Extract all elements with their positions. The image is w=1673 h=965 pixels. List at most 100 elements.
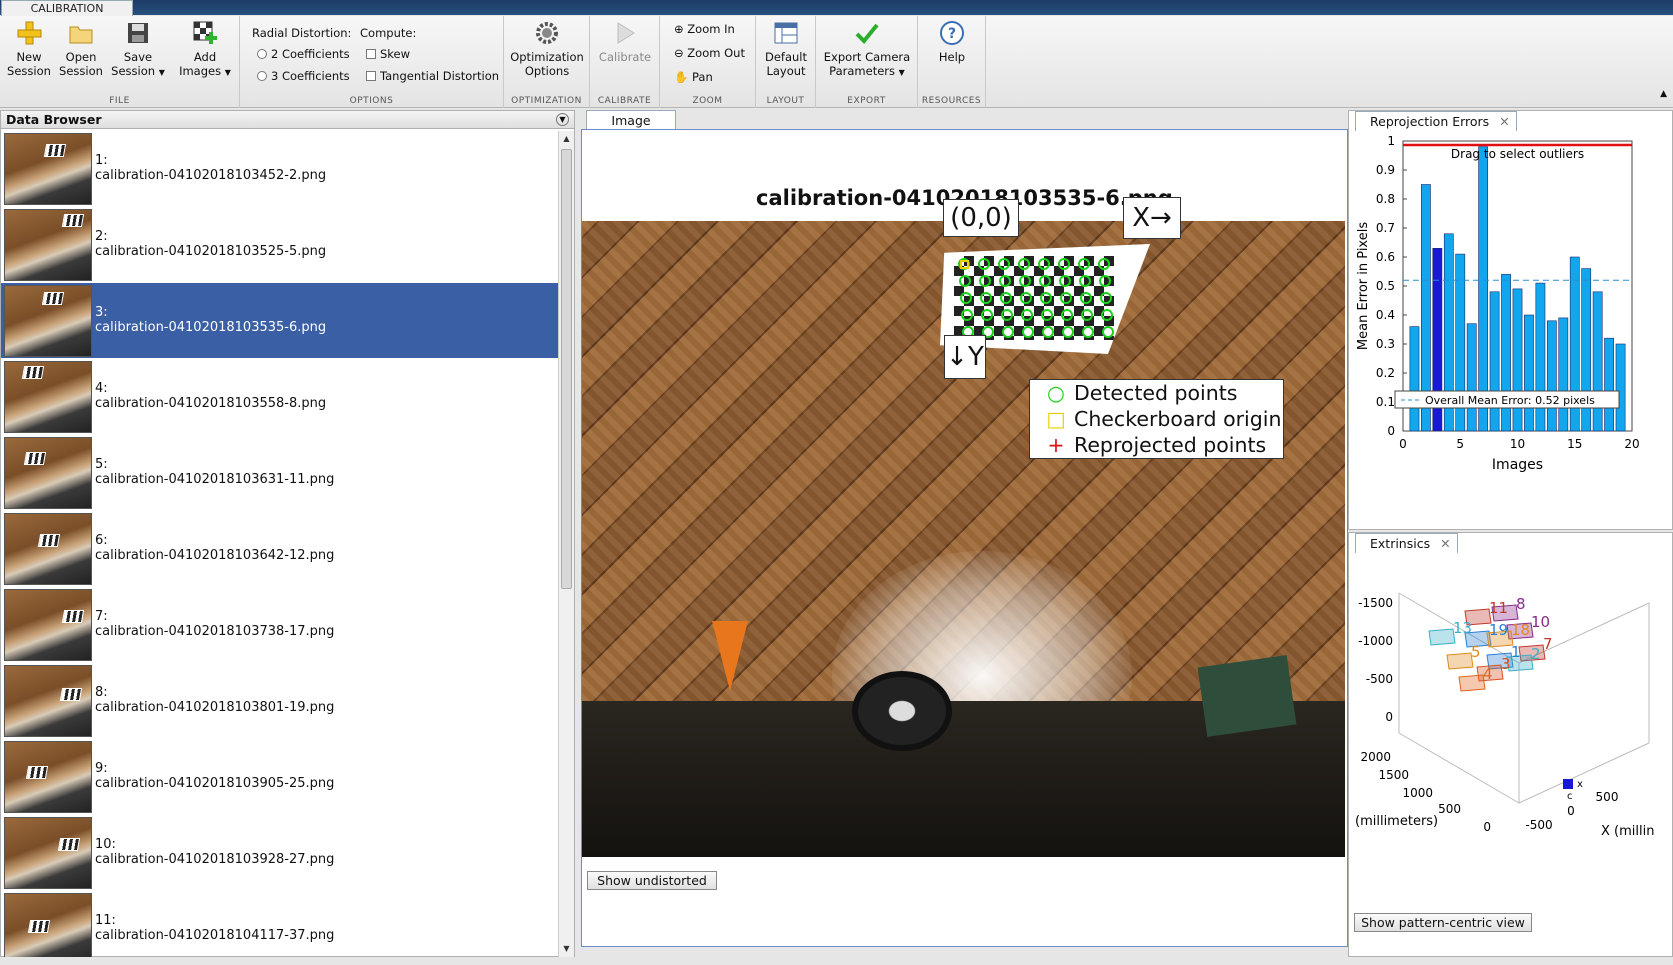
add-images-button[interactable]: Add Images ▼ xyxy=(172,20,238,80)
data-browser: Data Browser ▼ 1: calibration-04102018103… xyxy=(0,110,575,957)
image-panel: Image calibration-04102018103535-6.png (… xyxy=(581,110,1348,947)
list-item[interactable]: 2: calibration-04102018103525-5.png xyxy=(1,207,558,283)
tab-calibration[interactable]: CALIBRATION xyxy=(1,0,133,17)
scroll-up-icon[interactable]: ▲ xyxy=(559,131,574,147)
help-icon: ? xyxy=(940,21,964,45)
z-tick-label: -1000 xyxy=(1358,634,1393,648)
radial-2-label: 2 Coefficients xyxy=(271,47,350,61)
tab-reprojection-errors[interactable]: Reprojection Errors ✕ xyxy=(1355,111,1517,131)
list-item-filename: calibration-04102018103535-6.png xyxy=(95,320,327,335)
list-item-text: 8: calibration-04102018103801-19.png xyxy=(95,685,334,715)
show-pattern-centric-view-button[interactable]: Show pattern-centric view xyxy=(1354,913,1532,932)
list-item-text: 4: calibration-04102018103558-8.png xyxy=(95,381,326,411)
vertical-scrollbar[interactable]: ▲ ▼ xyxy=(558,131,574,957)
pan-button[interactable]: ✋ Pan xyxy=(674,70,713,84)
export-group: Export Camera Parameters ▼ EXPORT xyxy=(816,16,918,108)
circle-marker-icon: ○ xyxy=(1047,381,1065,405)
error-bar xyxy=(1558,317,1569,432)
image-thumbnail xyxy=(4,741,92,813)
image-thumbnail xyxy=(4,513,92,585)
tangential-checkbox[interactable]: Tangential Distortion xyxy=(366,69,499,83)
board-number-label: 4 xyxy=(1483,665,1493,683)
zoom-in-button[interactable]: ⊕ Zoom In xyxy=(674,22,735,36)
detected-point xyxy=(1039,275,1051,287)
calibration-image[interactable] xyxy=(582,221,1345,857)
error-bar xyxy=(1615,343,1626,432)
calibrate-button[interactable]: Calibrate xyxy=(594,20,656,64)
radial-3-radio[interactable]: 3 Coefficients xyxy=(257,69,350,83)
list-item-index: 5: xyxy=(95,457,108,472)
list-item-text: 5: calibration-04102018103631-11.png xyxy=(95,457,334,487)
x-axis-label: X→ xyxy=(1123,197,1181,239)
collapse-ribbon-icon[interactable]: ▲ xyxy=(1660,89,1667,99)
camera-x-label: x xyxy=(1577,779,1583,790)
scrollbar-thumb[interactable] xyxy=(561,149,572,589)
extrinsics-panel: Extrinsics ✕ -1500 -1000 -500 0 2000 1500 1000 5… xyxy=(1348,532,1673,957)
export-camera-parameters-button[interactable]: Export Camera Parameters ▼ xyxy=(818,20,916,80)
legend: ○ Detected points □ Checkerboard origin + R… xyxy=(1029,379,1284,459)
default-layout-button[interactable]: Default Layout xyxy=(760,20,812,78)
skew-checkbox[interactable]: Skew xyxy=(366,47,410,61)
panel-menu-icon[interactable]: ▼ xyxy=(556,113,569,126)
list-item[interactable]: 4: calibration-04102018103558-8.png xyxy=(1,359,558,435)
optimization-options-button[interactable]: Optimization Options xyxy=(506,20,588,78)
board-number-label: 7 xyxy=(1543,635,1553,653)
list-item-filename: calibration-04102018103801-19.png xyxy=(95,700,335,715)
plus-marker-icon: + xyxy=(1047,433,1065,457)
new-session-button[interactable]: New Session xyxy=(4,20,54,78)
detected-point xyxy=(960,292,972,304)
origin-marker xyxy=(960,260,969,269)
close-icon[interactable]: ✕ xyxy=(1499,114,1509,129)
list-item[interactable]: 3: calibration-04102018103535-6.png xyxy=(1,283,558,359)
board-number-label: 8 xyxy=(1516,595,1526,613)
detected-point xyxy=(1098,258,1110,270)
help-button[interactable]: ? Help xyxy=(924,20,980,64)
list-item-text: 6: calibration-04102018103642-12.png xyxy=(95,533,334,563)
show-undistorted-button[interactable]: Show undistorted xyxy=(587,871,717,890)
list-item-text: 7: calibration-04102018103738-17.png xyxy=(95,609,334,639)
green-bin xyxy=(1197,655,1297,737)
board-number-label: 11 xyxy=(1489,599,1508,617)
floppy-disk-icon xyxy=(128,23,148,43)
y-tick-label: 1500 xyxy=(1378,768,1409,782)
legend-origin: □ Checkerboard origin xyxy=(1030,406,1283,432)
radial-2-radio[interactable]: 2 Coefficients xyxy=(257,47,350,61)
image-list[interactable]: 1: calibration-04102018103452-2.png 2: cali… xyxy=(1,131,558,957)
x-tick-label: 15 xyxy=(1567,437,1582,451)
tab-extrinsics[interactable]: Extrinsics ✕ xyxy=(1355,533,1458,553)
detected-point xyxy=(1059,275,1071,287)
list-item[interactable]: 9: calibration-04102018103905-25.png xyxy=(1,739,558,815)
save-session-button[interactable]: Save Session ▼ xyxy=(108,20,168,80)
list-item[interactable]: 5: calibration-04102018103631-11.png xyxy=(1,435,558,511)
close-icon[interactable]: ✕ xyxy=(1440,536,1450,551)
z-tick-label: -1500 xyxy=(1358,596,1393,610)
detected-point xyxy=(1079,275,1091,287)
zoom-out-button[interactable]: ⊖ Zoom Out xyxy=(674,46,745,60)
add-images-label: Add Images xyxy=(179,50,222,78)
y-tick-label: 1 xyxy=(1387,134,1395,148)
list-item[interactable]: 10: calibration-04102018103928-27.png xyxy=(1,815,558,891)
detected-point xyxy=(1082,326,1094,338)
list-item[interactable]: 8: calibration-04102018103801-19.png xyxy=(1,663,558,739)
extrinsics-3d-plot[interactable]: -1500-1000-50002000150010005000 -5000500(… xyxy=(1349,553,1673,933)
open-session-button[interactable]: Open Session xyxy=(56,20,106,78)
reprojection-error-chart[interactable]: 00.10.20.30.40.50.60.70.80.910 5 10 15 20Dra… xyxy=(1349,131,1673,531)
svg-text:?: ? xyxy=(948,26,956,42)
z-tick-label: -500 xyxy=(1366,672,1393,686)
detected-point xyxy=(981,309,993,321)
tab-image[interactable]: Image xyxy=(586,110,676,130)
list-item[interactable]: 6: calibration-04102018103642-12.png xyxy=(1,511,558,587)
reprojection-tab-label: Reprojection Errors xyxy=(1370,114,1490,129)
resources-group: ? Help RESOURCES xyxy=(918,16,986,108)
detected-point xyxy=(1099,275,1111,287)
list-item[interactable]: 7: calibration-04102018103738-17.png xyxy=(1,587,558,663)
list-item[interactable]: 11: calibration-04102018104117-37.png xyxy=(1,891,558,957)
y-tick-label: 0.6 xyxy=(1376,250,1395,264)
layout-group: Default Layout LAYOUT xyxy=(756,16,816,108)
error-bar xyxy=(1546,320,1557,432)
x-axis-label: X (millin xyxy=(1601,824,1654,839)
export-group-title: EXPORT xyxy=(847,96,886,106)
board-plane xyxy=(1428,628,1456,646)
scroll-down-icon[interactable]: ▼ xyxy=(559,941,574,957)
list-item[interactable]: 1: calibration-04102018103452-2.png xyxy=(1,131,558,207)
